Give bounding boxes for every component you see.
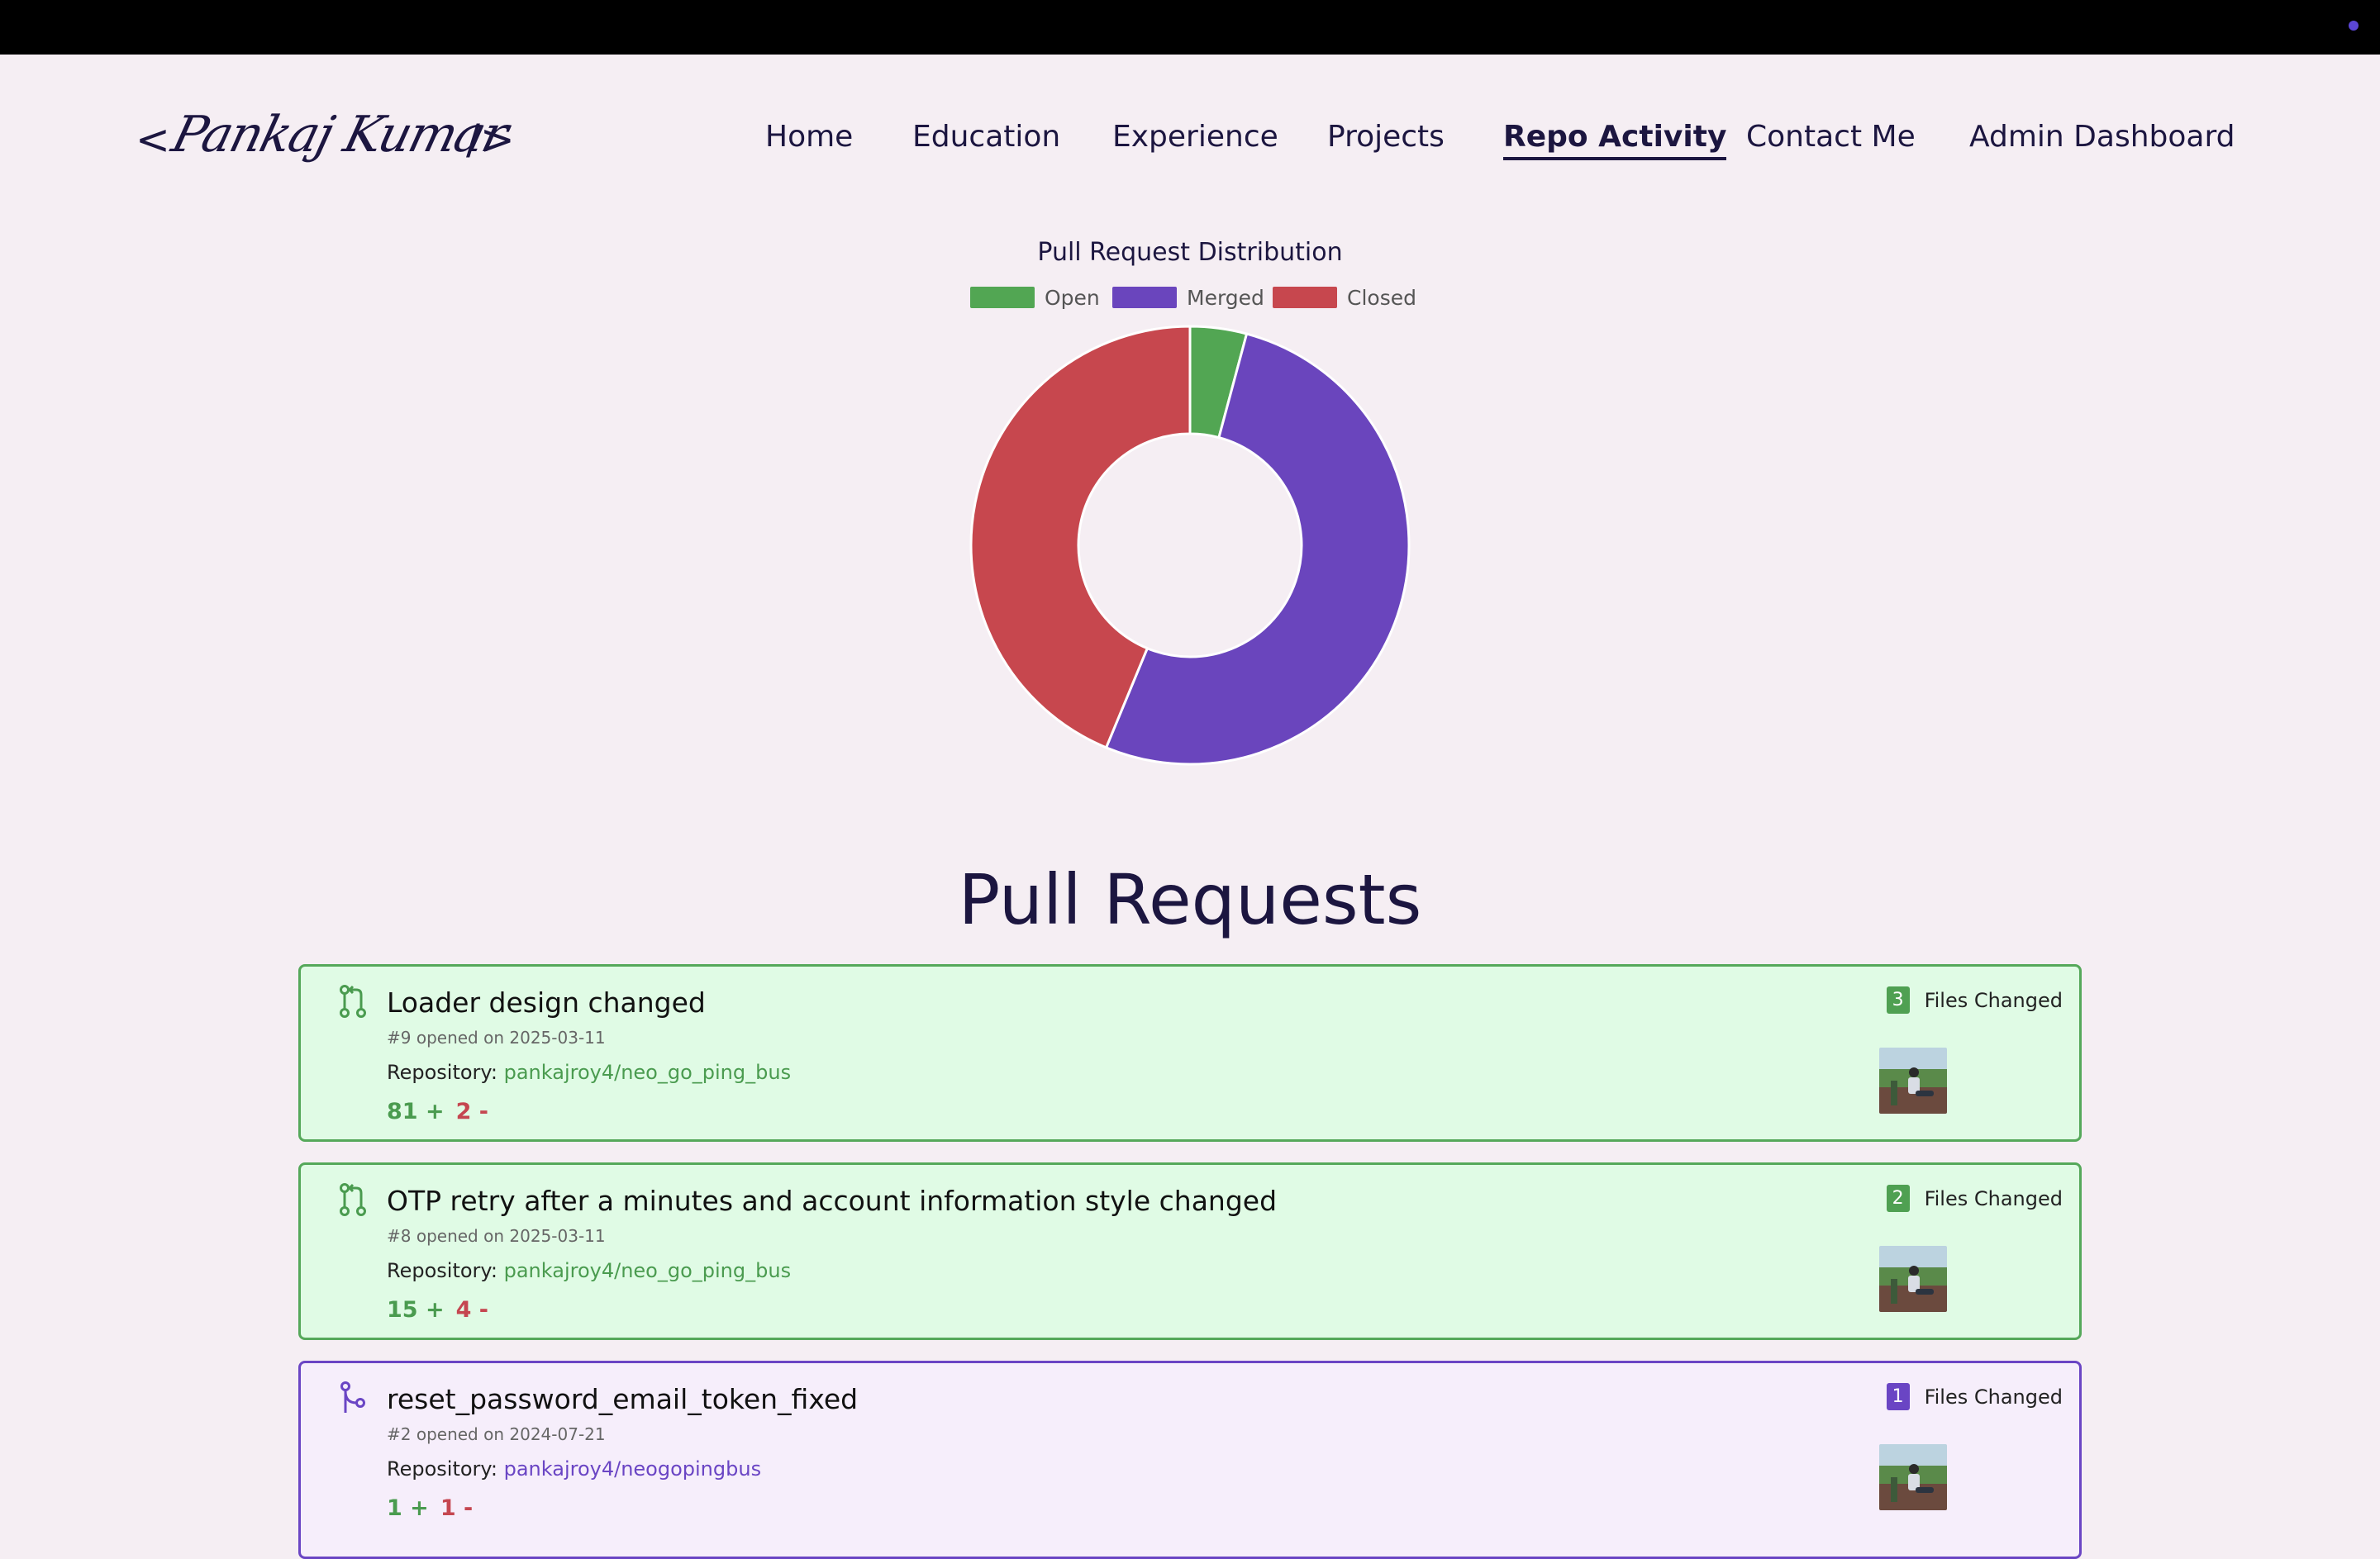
main-nav: Home Education Experience Projects Repo … — [0, 120, 2380, 169]
files-changed-label: Files Changed — [1924, 1385, 2063, 1409]
nav-repo-activity[interactable]: Repo Activity — [1503, 120, 1727, 160]
pr-title[interactable]: reset_password_email_token_fixed — [387, 1383, 858, 1415]
avatar[interactable] — [1879, 1246, 1947, 1312]
pr-files-changed: 2 Files Changed — [1886, 1185, 2063, 1212]
status-dot — [2349, 21, 2359, 31]
pr-files-changed: 3 Files Changed — [1886, 986, 2063, 1014]
pr-repo-link[interactable]: pankajroy4/neo_go_ping_bus — [504, 1061, 791, 1084]
pr-files-changed: 1 Files Changed — [1886, 1383, 2063, 1410]
pr-meta: #9 opened on 2025-03-11 — [387, 1028, 606, 1048]
files-changed-label: Files Changed — [1924, 1186, 2063, 1210]
files-count-badge: 1 — [1886, 1383, 1910, 1410]
nav-contact-me[interactable]: Contact Me — [1746, 120, 1916, 154]
pr-repo-label: Repository: — [387, 1457, 497, 1481]
pr-deletions: 4 - — [455, 1297, 489, 1323]
pull-request-open-icon — [340, 1183, 366, 1216]
pr-repo: Repository: pankajroy4/neogopingbus — [387, 1457, 761, 1481]
pr-title[interactable]: OTP retry after a minutes and account in… — [387, 1185, 1277, 1217]
pr-card[interactable]: Loader design changed #9 opened on 2025-… — [298, 964, 2082, 1142]
nav-admin-dashboard[interactable]: Admin Dashboard — [1969, 120, 2235, 154]
pr-card[interactable]: OTP retry after a minutes and account in… — [298, 1162, 2082, 1340]
pr-stats: 81 + 2 - — [387, 1099, 488, 1124]
nav-home[interactable]: Home — [765, 120, 853, 154]
donut-chart — [969, 325, 1411, 766]
pr-repo: Repository: pankajroy4/neo_go_ping_bus — [387, 1061, 791, 1084]
pr-deletions: 1 - — [440, 1495, 474, 1521]
files-count-badge: 2 — [1886, 1185, 1910, 1212]
pr-repo-label: Repository: — [387, 1061, 497, 1084]
pr-additions: 15 + — [387, 1297, 445, 1323]
nav-experience[interactable]: Experience — [1112, 120, 1278, 154]
pr-distribution-chart: Pull Request Distribution Open Merged Cl… — [909, 231, 1471, 793]
nav-projects[interactable]: Projects — [1327, 120, 1445, 154]
pr-additions: 1 + — [387, 1495, 429, 1521]
pr-additions: 81 + — [387, 1099, 445, 1124]
pr-repo: Repository: pankajroy4/neo_go_ping_bus — [387, 1259, 791, 1282]
files-count-badge: 3 — [1886, 986, 1910, 1014]
files-changed-label: Files Changed — [1924, 988, 2063, 1012]
pr-repo-label: Repository: — [387, 1259, 497, 1282]
top-bar — [0, 0, 2380, 55]
merge-icon — [340, 1381, 365, 1413]
pr-meta: #8 opened on 2025-03-11 — [387, 1226, 606, 1246]
pr-deletions: 2 - — [455, 1099, 489, 1124]
pr-stats: 15 + 4 - — [387, 1297, 488, 1323]
pull-request-open-icon — [340, 985, 366, 1018]
pr-title[interactable]: Loader design changed — [387, 986, 706, 1019]
pr-repo-link[interactable]: pankajroy4/neo_go_ping_bus — [504, 1259, 791, 1282]
avatar[interactable] — [1879, 1444, 1947, 1510]
pr-meta: #2 opened on 2024-07-21 — [387, 1424, 606, 1444]
nav-education[interactable]: Education — [912, 120, 1060, 154]
pr-card[interactable]: reset_password_email_token_fixed #2 open… — [298, 1361, 2082, 1559]
pr-repo-link[interactable]: pankajroy4/neogopingbus — [504, 1457, 761, 1481]
avatar[interactable] — [1879, 1048, 1947, 1114]
pull-requests-heading: Pull Requests — [958, 859, 1422, 940]
pr-stats: 1 + 1 - — [387, 1495, 473, 1521]
